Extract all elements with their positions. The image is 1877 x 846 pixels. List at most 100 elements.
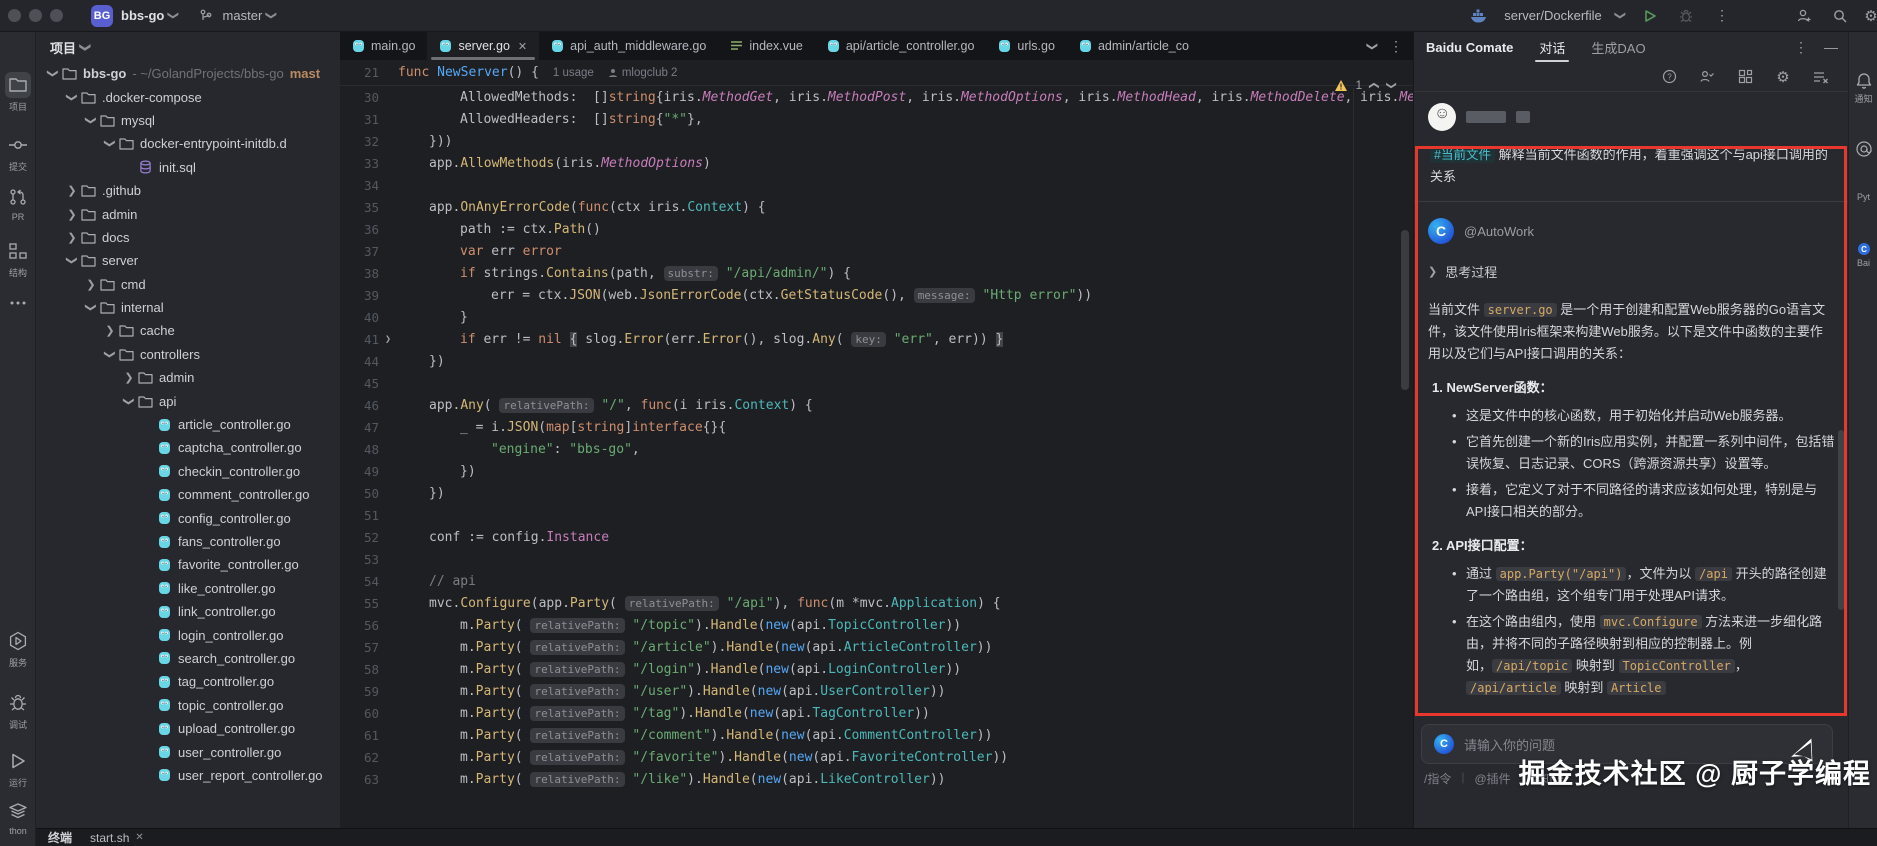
code-line-63[interactable]: 63 m.Party( relativePath: "/like").Handle…	[340, 768, 1413, 790]
code-line-37[interactable]: 37 var err error	[340, 240, 1413, 262]
editor-scrollbar[interactable]	[1401, 230, 1409, 390]
tree-file-link_controller.go[interactable]: link_controller.go	[36, 600, 340, 623]
tree-file-config_controller.go[interactable]: config_controller.go	[36, 506, 340, 529]
terminal-tab[interactable]: start.sh ✕	[90, 831, 144, 845]
code-line-40[interactable]: 40}	[340, 306, 1413, 328]
code-line-47[interactable]: 47 _ = i.JSON(map[string]interface{}{	[340, 416, 1413, 438]
tree-folder-admin[interactable]: ❯ admin	[36, 366, 340, 389]
tool-window-服务[interactable]: 服务	[0, 628, 36, 669]
kebab-menu-icon[interactable]: ⋮	[1711, 5, 1733, 27]
send-icon[interactable]	[1788, 738, 1818, 768]
chevron-down-icon[interactable]: ❯	[123, 394, 136, 408]
code-line-52[interactable]: 52 conf := config.Instance	[340, 526, 1413, 548]
code-line-33[interactable]: 33 app.AllowMethods(iris.MethodOptions)	[340, 152, 1413, 174]
chevron-right-icon[interactable]: ❯	[84, 278, 98, 291]
hint-command[interactable]: /指令	[1424, 770, 1451, 787]
chevron-down-icon[interactable]: ❯	[66, 90, 79, 104]
code-line-53[interactable]: 53	[340, 548, 1413, 570]
tree-file-user_controller.go[interactable]: user_controller.go	[36, 740, 340, 763]
tool-window-more[interactable]	[0, 290, 36, 316]
tool-window-通知[interactable]: 通知	[1849, 72, 1877, 105]
tree-folder-admin[interactable]: ❯ admin	[36, 202, 340, 225]
run-play-icon[interactable]	[1639, 5, 1661, 27]
code-line-38[interactable]: 38 if strings.Contains(path, substr: "/ap…	[340, 262, 1413, 284]
code-line-45[interactable]: 45	[340, 372, 1413, 394]
code-line-55[interactable]: 55 mvc.Configure(app.Party( relativePath:…	[340, 592, 1413, 614]
chevron-right-icon[interactable]: ❯	[65, 208, 79, 221]
close-icon[interactable]: ✕	[518, 40, 527, 53]
code-line-51[interactable]: 51	[340, 504, 1413, 526]
project-name[interactable]: bbs-go	[121, 8, 164, 23]
code-line-41[interactable]: 41 ❯ if err != nil { slog.Error(err.Error(…	[340, 328, 1413, 350]
editor-tab-api/article_controller.go[interactable]: api/article_controller.go	[815, 32, 987, 60]
project-panel-header[interactable]: 项目 ❯	[36, 32, 340, 62]
tool-window-PR[interactable]: PR	[0, 184, 36, 222]
code-line-56[interactable]: 56 m.Party( relativePath: "/topic").Handl…	[340, 614, 1413, 636]
tree-folder-mysql[interactable]: ❯ mysql	[36, 109, 340, 132]
prev-warning-icon[interactable]: ❯	[1369, 81, 1380, 89]
next-warning-icon[interactable]: ❯	[1385, 81, 1396, 89]
tree-file-topic_controller.go[interactable]: topic_controller.go	[36, 694, 340, 717]
chat-scrollbar[interactable]	[1838, 430, 1844, 610]
chevron-down-icon[interactable]: ❯	[104, 137, 117, 151]
tree-folder-controllers[interactable]: ❯ controllers	[36, 343, 340, 366]
code-line-60[interactable]: 60 m.Party( relativePath: "/tag").Handle(…	[340, 702, 1413, 724]
editor-tab-server.go[interactable]: server.go ✕	[427, 32, 540, 60]
chevron-down-icon[interactable]: ❯	[66, 254, 79, 268]
code-line-50[interactable]: 50})	[340, 482, 1413, 504]
tree-file-init.sql[interactable]: init.sql	[36, 156, 340, 179]
tool-window-Pyt[interactable]: Pyt	[1849, 192, 1877, 202]
settings-icon[interactable]: ⚙	[1865, 5, 1877, 27]
gear-icon[interactable]: ⚙	[1772, 66, 1794, 88]
code-line-58[interactable]: 58 m.Party( relativePath: "/login").Handl…	[340, 658, 1413, 680]
code-line-54[interactable]: 54 // api	[340, 570, 1413, 592]
hidden-tabs-chevron-icon[interactable]: ❯	[1366, 41, 1379, 50]
code-editor[interactable]: 21 func NewServer() { 1 usage mlogclub 2…	[340, 60, 1413, 828]
tool-window-运行[interactable]: 运行	[0, 748, 36, 789]
editor-tab-main.go[interactable]: main.go	[340, 32, 427, 60]
help-icon[interactable]: ?	[1658, 66, 1680, 88]
chevron-down-icon[interactable]: ❯	[47, 67, 60, 81]
code-line-36[interactable]: 36 path := ctx.Path()	[340, 218, 1413, 240]
chat-input[interactable]: C 请输入你的问题	[1421, 724, 1833, 764]
tree-file-like_controller.go[interactable]: like_controller.go	[36, 577, 340, 600]
chevron-down-icon[interactable]: ❯	[104, 347, 117, 361]
tree-folder-bbs-go[interactable]: ❯ bbs-go - ~/GolandProjects/bbs-go mast	[36, 62, 340, 85]
tab-chat[interactable]: 对话	[1535, 32, 1570, 62]
tool-window-Bai[interactable]: C Bai	[1849, 242, 1877, 268]
usage-hint[interactable]: 1 usage	[553, 67, 594, 79]
code-line-46[interactable]: 46 app.Any( relativePath: "/", func(i iri…	[340, 394, 1413, 416]
tree-file-user_report_controller.go[interactable]: user_report_controller.go	[36, 764, 340, 787]
tree-folder-cache[interactable]: ❯ cache	[36, 319, 340, 342]
thinking-process-toggle[interactable]: ❯ 思考过程	[1428, 262, 1835, 281]
tree-folder-server[interactable]: ❯ server	[36, 249, 340, 272]
tool-window-结构[interactable]: 结构	[0, 238, 36, 279]
tree-file-checkin_controller.go[interactable]: checkin_controller.go	[36, 460, 340, 483]
hint-knowledge[interactable]: #知识	[1534, 770, 1565, 787]
tree-folder-docker-entrypoint-initdb.d[interactable]: ❯ docker-entrypoint-initdb.d	[36, 132, 340, 155]
code-line-61[interactable]: 61 m.Party( relativePath: "/comment").Han…	[340, 724, 1413, 746]
clear-chat-icon[interactable]	[1810, 66, 1832, 88]
tree-folder-api[interactable]: ❯ api	[36, 389, 340, 412]
author-hint[interactable]: mlogclub 2	[608, 67, 677, 79]
hint-plugin[interactable]: @插件	[1474, 770, 1510, 787]
editor-tab-admin/article_co[interactable]: admin/article_co	[1067, 32, 1201, 60]
tree-file-favorite_controller.go[interactable]: favorite_controller.go	[36, 553, 340, 576]
tree-file-login_controller.go[interactable]: login_controller.go	[36, 623, 340, 646]
editor-tab-index.vue[interactable]: index.vue	[718, 32, 815, 60]
tool-window-icon[interactable]	[1849, 140, 1877, 158]
tree-file-fans_controller.go[interactable]: fans_controller.go	[36, 530, 340, 553]
chevron-right-icon[interactable]: ❯	[103, 324, 117, 337]
editor-tab-urls.go[interactable]: urls.go	[986, 32, 1067, 60]
tree-folder-docs[interactable]: ❯ docs	[36, 226, 340, 249]
code-line-39[interactable]: 39 err = ctx.JSON(web.JsonErrorCode(ctx.G…	[340, 284, 1413, 306]
tree-folder-.github[interactable]: ❯ .github	[36, 179, 340, 202]
tree-folder-.docker-compose[interactable]: ❯ .docker-compose	[36, 85, 340, 108]
chevron-down-icon[interactable]: ❯	[85, 113, 98, 127]
window-close-button[interactable]	[8, 9, 21, 22]
minimize-icon[interactable]: —	[1824, 39, 1838, 56]
window-minimize-button[interactable]	[29, 9, 42, 22]
branch-name[interactable]: master	[223, 8, 263, 23]
tree-file-captcha_controller.go[interactable]: captcha_controller.go	[36, 436, 340, 459]
close-icon[interactable]: ✕	[135, 832, 143, 843]
